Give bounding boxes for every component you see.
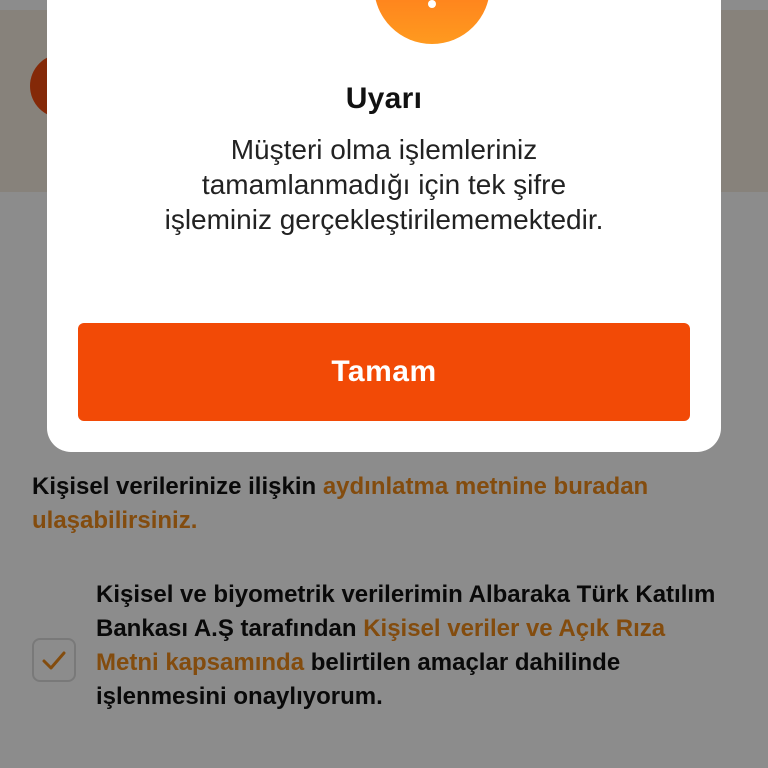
dialog-message: Müşteri olma işlemleriniz tamamlanmadığı… bbox=[87, 132, 681, 237]
dialog-message-line: işleminiz gerçekleştirilememektedir. bbox=[164, 204, 604, 235]
ok-button[interactable]: Tamam bbox=[78, 323, 690, 421]
exclamation-mark-icon bbox=[428, 0, 436, 8]
warning-exclamation-icon bbox=[374, 0, 490, 44]
dialog-message-line: tamamlanmadığı için tek şifre bbox=[201, 169, 567, 200]
dialog-title: Uyarı bbox=[345, 82, 423, 115]
dialog-message-line: Müşteri olma işlemleriniz bbox=[230, 134, 538, 165]
